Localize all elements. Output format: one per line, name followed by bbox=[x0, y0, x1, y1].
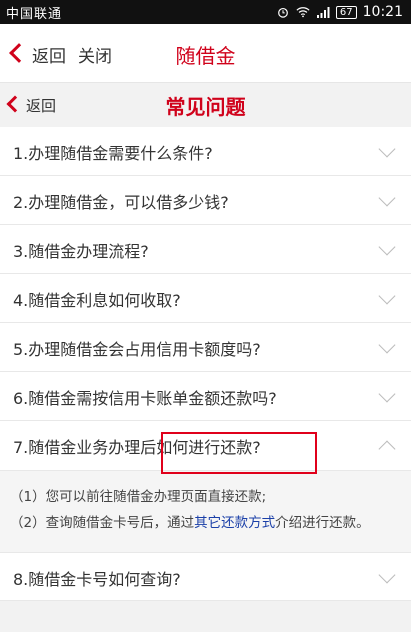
faq-question: 8.随借金卡号如何查询? bbox=[13, 570, 181, 589]
faq-question: 7.随借金业务办理后如何进行还款? bbox=[13, 438, 261, 457]
faq-item-1[interactable]: 1.办理随借金需要什么条件? bbox=[0, 127, 411, 176]
faq-answer-7: （1）您可以前往随借金办理页面直接还款; （2）查询随借金卡号后，通过其它还款方… bbox=[0, 471, 411, 553]
status-icons: 67 10:21 bbox=[276, 4, 403, 20]
app-header: 返回 关闭 随借金 bbox=[0, 24, 411, 83]
answer-line-2-prefix: （2）查询随借金卡号后，通过 bbox=[10, 515, 195, 531]
section-title: 常见问题 bbox=[165, 95, 246, 119]
carrier-name: 中国联通 bbox=[6, 6, 63, 22]
sub-header: 返回 常见问题 bbox=[0, 83, 411, 127]
faq-list: 1.办理随借金需要什么条件? 2.办理随借金，可以借多少钱? 3.随借金办理流程… bbox=[0, 127, 411, 601]
chevron-down-icon bbox=[378, 189, 396, 207]
chevron-down-icon bbox=[378, 287, 396, 305]
sub-back-button[interactable]: 返回 bbox=[26, 95, 56, 116]
answer-line-2-suffix: 介绍进行还款。 bbox=[275, 515, 370, 531]
faq-question: 4.随借金利息如何收取? bbox=[13, 291, 181, 310]
faq-question: 3.随借金办理流程? bbox=[13, 242, 149, 261]
faq-question: 5.办理随借金会占用信用卡额度吗? bbox=[13, 340, 261, 359]
faq-question: 6.随借金需按信用卡账单金额还款吗? bbox=[13, 389, 277, 408]
faq-item-4[interactable]: 4.随借金利息如何收取? bbox=[0, 274, 411, 323]
alarm-icon bbox=[278, 7, 288, 18]
chevron-down-icon bbox=[378, 336, 396, 354]
faq-item-3[interactable]: 3.随借金办理流程? bbox=[0, 225, 411, 274]
chevron-down-icon bbox=[378, 566, 396, 584]
faq-item-6[interactable]: 6.随借金需按信用卡账单金额还款吗? bbox=[0, 372, 411, 421]
faq-item-2[interactable]: 2.办理随借金，可以借多少钱? bbox=[0, 176, 411, 225]
signal-icon bbox=[316, 7, 330, 18]
page-title: 随借金 bbox=[175, 44, 236, 68]
status-bar: 中国联通 67 10:21 bbox=[0, 0, 411, 24]
faq-item-5[interactable]: 5.办理随借金会占用信用卡额度吗? bbox=[0, 323, 411, 372]
wifi-icon bbox=[296, 7, 310, 18]
answer-line-1: （1）您可以前往随借金办理页面直接还款; bbox=[10, 489, 267, 505]
other-repayment-link[interactable]: 其它还款方式 bbox=[194, 515, 275, 531]
back-arrow-icon[interactable] bbox=[9, 43, 29, 63]
clock: 10:21 bbox=[362, 4, 403, 20]
chevron-up-icon bbox=[378, 440, 396, 458]
faq-item-8[interactable]: 8.随借金卡号如何查询? bbox=[0, 553, 411, 601]
back-button[interactable]: 返回 bbox=[32, 42, 66, 67]
chevron-down-icon bbox=[378, 385, 396, 403]
chevron-down-icon bbox=[378, 238, 396, 256]
battery-icon: 67 bbox=[335, 5, 357, 19]
chevron-down-icon bbox=[378, 140, 396, 158]
faq-item-7[interactable]: 7.随借金业务办理后如何进行还款? bbox=[0, 421, 411, 471]
answer-line-2: （2）查询随借金卡号后，通过其它还款方式介绍进行还款。 bbox=[10, 510, 401, 536]
sub-back-arrow-icon[interactable] bbox=[6, 95, 24, 113]
close-button[interactable]: 关闭 bbox=[78, 42, 112, 67]
faq-question: 2.办理随借金，可以借多少钱? bbox=[13, 193, 229, 212]
faq-question: 1.办理随借金需要什么条件? bbox=[13, 144, 213, 163]
